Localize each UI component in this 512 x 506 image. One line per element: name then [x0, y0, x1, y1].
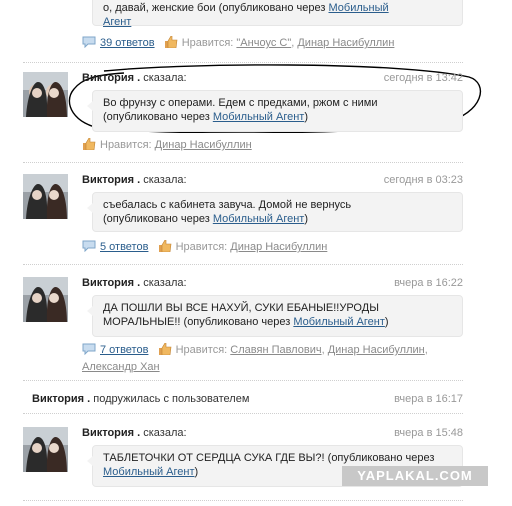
liker-link[interactable]: Динар Насибуллин	[155, 139, 252, 151]
post-bubble: о, давай, женские бои (опубликовано чере…	[92, 0, 463, 28]
avatar[interactable]	[23, 174, 68, 219]
author-link[interactable]: Виктория .	[32, 393, 90, 405]
event-time: вчера в 16:17	[394, 393, 463, 405]
comment-icon	[82, 343, 96, 356]
watermark: YAPLAKAL.COM	[342, 466, 488, 486]
liker-link[interactable]: Динар Насибуллин	[297, 37, 394, 49]
likes-label: Нравится:	[181, 37, 234, 49]
liker-link[interactable]: "Анчоус С"	[236, 37, 291, 49]
post-via-text: (опубликовано через	[218, 2, 326, 14]
post-via-text: (опубликовано через	[103, 111, 213, 123]
post-author: Виктория . сказала:	[82, 174, 187, 186]
likes-label: Нравится:	[175, 241, 228, 253]
post-author: Виктория . сказала:	[82, 277, 187, 289]
author-link[interactable]: Виктория .	[82, 72, 140, 84]
author-link[interactable]: Виктория .	[82, 277, 140, 289]
post-meta: 39 ответов Нравится: "Анчоус С", Динар Н…	[82, 35, 394, 49]
post-author: Виктория . сказала:	[82, 72, 187, 84]
avatar[interactable]	[23, 277, 68, 322]
post-bubble: ДА ПОШЛИ ВЫ ВСЕ НАХУЙ, СУКИ ЕБАНЫЕ!!УРОД…	[87, 295, 463, 337]
post-via-suffix: )	[384, 316, 389, 328]
mobile-agent-link[interactable]: Мобильный Агент	[103, 466, 195, 478]
avatar[interactable]	[23, 427, 68, 472]
post-time: вчера в 16:22	[394, 277, 463, 289]
liker-link[interactable]: Динар Насибуллин	[230, 241, 327, 253]
liker-link[interactable]: Славян Павлович	[230, 344, 321, 356]
post-meta-cont: Александр Хан	[82, 361, 160, 373]
thumbs-up-icon	[158, 342, 172, 356]
divider	[23, 380, 463, 381]
post-bubble: Во фрунзу с операми. Едем с предками, рж…	[87, 90, 463, 132]
post-time: вчера в 15:48	[394, 427, 463, 439]
mobile-agent-link[interactable]: Мобильный	[329, 2, 389, 14]
bubble-tail	[87, 306, 93, 316]
post-text: ТАБЛЕТОЧКИ ОТ СЕРДЦА СУКА ГДЕ ВЫ?!	[103, 452, 325, 464]
friend-event: Виктория . подружилась с пользователем	[32, 393, 249, 405]
comment-icon	[82, 240, 96, 253]
thumbs-up-icon	[82, 137, 96, 151]
post-via-text: (опубликовано через	[103, 213, 213, 225]
post-action: сказала:	[143, 72, 187, 84]
likes-label: Нравится:	[175, 344, 228, 356]
post-text: съебалась с кабинета завуча. Домой не ве…	[103, 199, 352, 211]
post-action: сказала:	[143, 277, 187, 289]
comments-link[interactable]: 7 ответов	[100, 344, 148, 356]
post-time: сегодня в 13:42	[383, 72, 463, 84]
comments-link[interactable]: 39 ответов	[100, 37, 155, 49]
divider	[23, 162, 463, 163]
post-meta: Нравится: Динар Насибуллин	[82, 137, 252, 151]
divider	[23, 413, 463, 414]
activity-feed: о, давай, женские бои (опубликовано чере…	[0, 0, 512, 506]
author-link[interactable]: Виктория .	[82, 174, 140, 186]
avatar[interactable]	[23, 72, 68, 117]
friend-action: подружилась с пользователем	[93, 393, 250, 405]
thumbs-up-icon	[164, 35, 178, 49]
post-text: Во фрунзу с операми. Едем с предками, рж…	[103, 97, 378, 109]
post-text: о, давай, женские бои	[103, 2, 216, 14]
bubble-tail	[87, 203, 93, 213]
comment-icon	[82, 36, 96, 49]
post-author: Виктория . сказала:	[82, 427, 187, 439]
liker-link[interactable]: Динар Насибуллин	[328, 344, 425, 356]
mobile-agent-link[interactable]: Мобильный Агент	[293, 316, 385, 328]
post-meta: 5 ответов Нравится: Динар Насибуллин	[82, 239, 327, 253]
bubble-tail	[87, 456, 93, 466]
post-action: сказала:	[143, 174, 187, 186]
mobile-agent-link-cont[interactable]: Агент	[103, 16, 131, 28]
mobile-agent-link[interactable]: Мобильный Агент	[213, 213, 305, 225]
divider	[23, 500, 463, 501]
bubble-tail	[87, 101, 93, 111]
mobile-agent-link[interactable]: Мобильный Агент	[213, 111, 305, 123]
post-via-suffix: )	[194, 466, 199, 478]
post-via-text: (опубликовано через	[183, 316, 294, 328]
post-via-text: (опубликовано через	[327, 452, 435, 464]
author-link[interactable]: Виктория .	[82, 427, 140, 439]
thumbs-up-icon	[158, 239, 172, 253]
liker-link[interactable]: Александр Хан	[82, 361, 160, 373]
likes-label: Нравится:	[100, 139, 152, 151]
divider	[23, 264, 463, 265]
post-meta: 7 ответов Нравится: Славян Павлович, Дин…	[82, 342, 428, 356]
post-time: сегодня в 03:23	[383, 174, 463, 186]
post-action: сказала:	[143, 427, 187, 439]
post-bubble: съебалась с кабинета завуча. Домой не ве…	[87, 192, 463, 232]
post-via-suffix: )	[304, 111, 309, 123]
post-via-suffix: )	[304, 213, 309, 225]
comments-link[interactable]: 5 ответов	[100, 241, 148, 253]
